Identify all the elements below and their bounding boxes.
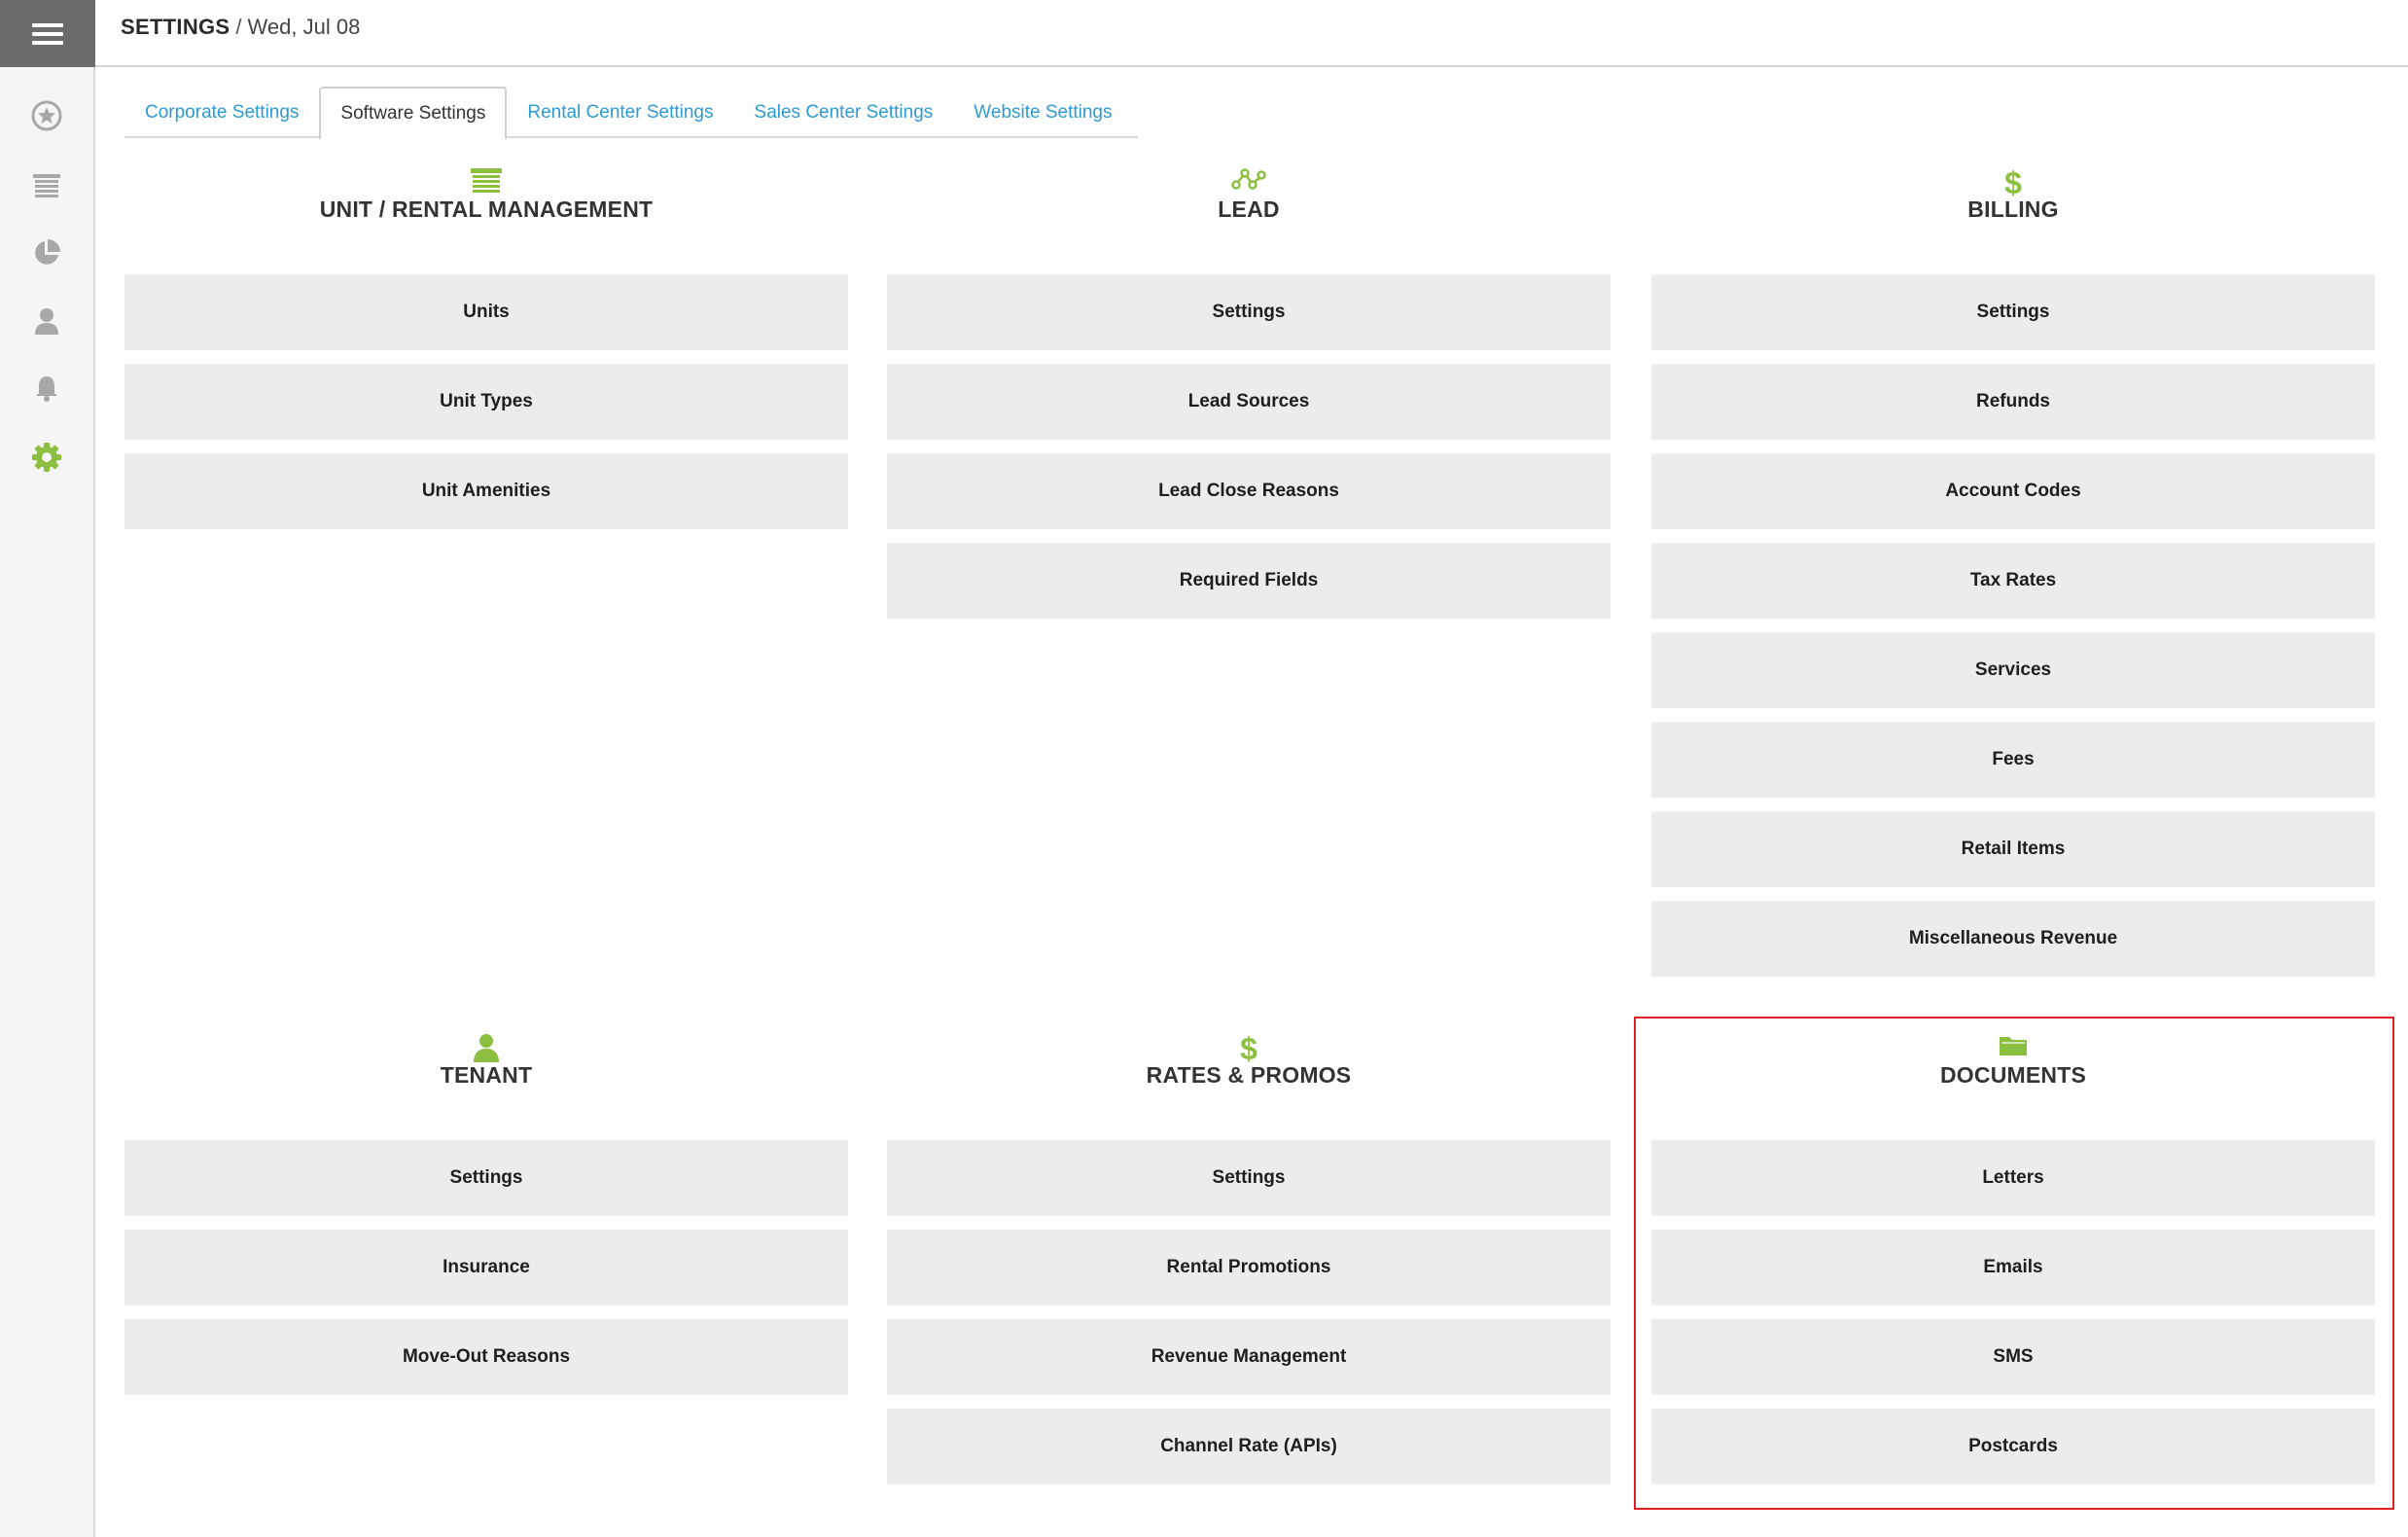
breadcrumb-separator: / xyxy=(235,14,242,39)
lead-network-icon xyxy=(1231,168,1266,190)
menu-icon xyxy=(32,18,63,50)
star-icon xyxy=(31,100,62,131)
revenue-management-button[interactable]: Revenue Management xyxy=(887,1319,1611,1395)
page-title: SETTINGS xyxy=(121,14,230,39)
rental-promotions-button[interactable]: Rental Promotions xyxy=(887,1230,1611,1305)
tab-corporate-settings[interactable]: Corporate Settings xyxy=(124,87,319,138)
nav-reports[interactable] xyxy=(0,230,93,276)
tenant-settings-button[interactable]: Settings xyxy=(124,1140,848,1216)
tab-sales-center-settings[interactable]: Sales Center Settings xyxy=(734,87,954,138)
user-icon xyxy=(474,1034,499,1062)
svg-text:$: $ xyxy=(2004,167,2022,197)
dollar-icon: $ xyxy=(1240,1033,1257,1062)
tab-software-settings[interactable]: Software Settings xyxy=(319,87,508,140)
section-title: UNIT / RENTAL MANAGEMENT xyxy=(319,197,654,222)
required-fields-button[interactable]: Required Fields xyxy=(887,543,1611,619)
unit-types-button[interactable]: Unit Types xyxy=(124,364,848,440)
units-button[interactable]: Units xyxy=(124,274,848,350)
section-title: DOCUMENTS xyxy=(1939,1062,2087,1088)
section-documents: DOCUMENTS Letters Emails SMS Postcards xyxy=(1651,1033,2375,1484)
menu-button[interactable] xyxy=(0,0,95,67)
sidebar xyxy=(0,0,95,1537)
nav-notifications[interactable] xyxy=(0,365,93,411)
current-date: Wed, Jul 08 xyxy=(247,14,361,39)
miscellaneous-revenue-button[interactable]: Miscellaneous Revenue xyxy=(1651,901,2375,977)
sms-button[interactable]: SMS xyxy=(1651,1319,2375,1395)
unit-amenities-button[interactable]: Unit Amenities xyxy=(124,453,848,529)
section-tenant: TENANT Settings Insurance Move-Out Reaso… xyxy=(124,1033,848,1395)
tab-website-settings[interactable]: Website Settings xyxy=(953,87,1132,138)
rates-settings-button[interactable]: Settings xyxy=(887,1140,1611,1216)
lead-close-reasons-button[interactable]: Lead Close Reasons xyxy=(887,453,1611,529)
bell-icon xyxy=(36,376,57,402)
emails-button[interactable]: Emails xyxy=(1651,1230,2375,1305)
postcards-button[interactable]: Postcards xyxy=(1651,1409,2375,1484)
letters-button[interactable]: Letters xyxy=(1651,1140,2375,1216)
settings-tabs: Corporate Settings Software Settings Ren… xyxy=(124,87,1138,140)
nav-tenants[interactable] xyxy=(0,298,93,344)
section-rates-promos: $ RATES & PROMOS Settings Rental Promoti… xyxy=(887,1033,1611,1484)
units-icon xyxy=(33,174,60,197)
services-button[interactable]: Services xyxy=(1651,632,2375,708)
section-title: LEAD xyxy=(1218,197,1280,222)
nav-settings[interactable] xyxy=(0,434,93,481)
tax-rates-button[interactable]: Tax Rates xyxy=(1651,543,2375,619)
section-billing: $ BILLING Settings Refunds Account Codes… xyxy=(1651,167,2375,977)
tab-rental-center-settings[interactable]: Rental Center Settings xyxy=(507,87,733,138)
insurance-button[interactable]: Insurance xyxy=(124,1230,848,1305)
nav-dashboard[interactable] xyxy=(0,92,93,139)
section-title: TENANT xyxy=(440,1062,533,1088)
channel-rate-apis-button[interactable]: Channel Rate (APIs) xyxy=(887,1409,1611,1484)
fees-button[interactable]: Fees xyxy=(1651,722,2375,798)
pie-chart-icon xyxy=(35,239,60,265)
top-bar: SETTINGS / Wed, Jul 08 xyxy=(95,0,2408,67)
billing-settings-button[interactable]: Settings xyxy=(1651,274,2375,350)
lead-sources-button[interactable]: Lead Sources xyxy=(887,364,1611,440)
retail-items-button[interactable]: Retail Items xyxy=(1651,811,2375,887)
svg-text:$: $ xyxy=(1240,1033,1257,1062)
section-title: BILLING xyxy=(1967,197,2059,222)
folder-icon xyxy=(2000,1037,2027,1055)
section-title: RATES & PROMOS xyxy=(1146,1062,1352,1088)
lead-settings-button[interactable]: Settings xyxy=(887,274,1611,350)
dollar-icon: $ xyxy=(2004,167,2022,197)
section-unit-rental-management: UNIT / RENTAL MANAGEMENT Units Unit Type… xyxy=(124,167,848,529)
nav-units[interactable] xyxy=(0,161,93,208)
garage-door-icon xyxy=(471,168,502,193)
section-lead: LEAD Settings Lead Sources Lead Close Re… xyxy=(887,167,1611,619)
user-icon xyxy=(35,308,58,335)
move-out-reasons-button[interactable]: Move-Out Reasons xyxy=(124,1319,848,1395)
account-codes-button[interactable]: Account Codes xyxy=(1651,453,2375,529)
refunds-button[interactable]: Refunds xyxy=(1651,364,2375,440)
gear-icon xyxy=(32,443,61,472)
